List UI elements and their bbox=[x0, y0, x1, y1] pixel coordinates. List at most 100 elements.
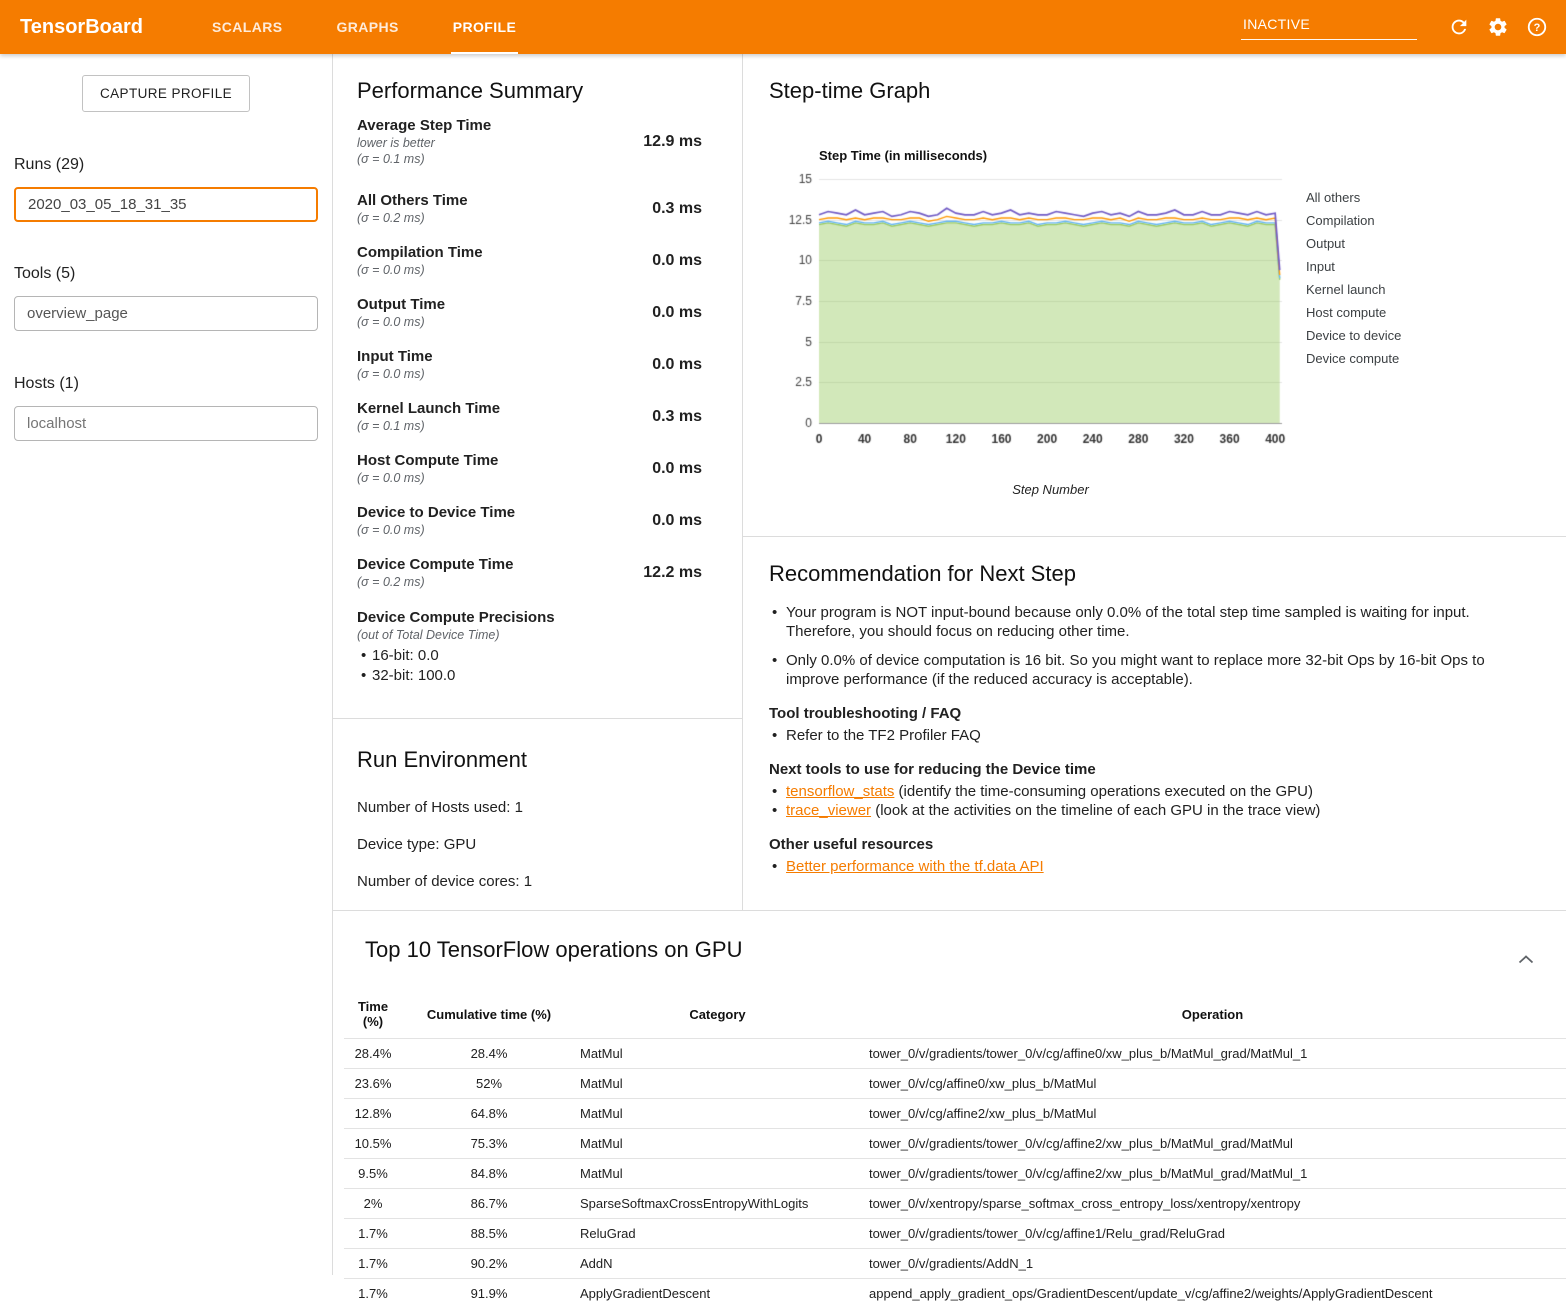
legend-item: Kernel launch bbox=[1306, 282, 1401, 297]
recommendation-bullet: Your program is NOT input-bound because … bbox=[769, 603, 1522, 641]
status-value: INACTIVE bbox=[1243, 16, 1310, 32]
cell-time-percent: 1.7% bbox=[344, 1249, 402, 1279]
legend-label: Device to device bbox=[1306, 328, 1401, 343]
text-link[interactable]: tensorflow_stats bbox=[786, 783, 894, 800]
legend-label: Device compute bbox=[1306, 351, 1399, 366]
metric-sigma: (σ = 0.2 ms) bbox=[357, 210, 652, 226]
cell-operation: tower_0/v/cg/affine2/xw_plus_b/MatMul bbox=[859, 1099, 1566, 1129]
settings-gear-icon[interactable] bbox=[1485, 14, 1511, 40]
table-row: 1.7% 91.9% ApplyGradientDescent append_a… bbox=[344, 1279, 1566, 1308]
recommendation-title: Recommendation for Next Step bbox=[769, 561, 1522, 587]
runs-dropdown[interactable]: 2020_03_05_18_31_35 bbox=[14, 187, 318, 222]
cell-operation: tower_0/v/gradients/tower_0/v/cg/affine2… bbox=[859, 1159, 1566, 1189]
subsection-item: Better performance with the tf.data API bbox=[769, 857, 1522, 876]
refresh-icon[interactable] bbox=[1446, 14, 1472, 40]
metric-item: All Others Time (σ = 0.2 ms) 0.3 ms bbox=[357, 191, 702, 226]
legend-item: Host compute bbox=[1306, 305, 1401, 320]
capture-profile-button[interactable]: CAPTURE PROFILE bbox=[82, 75, 250, 112]
cell-cumulative-percent: 75.3% bbox=[402, 1129, 576, 1159]
metric-item: Input Time (σ = 0.0 ms) 0.0 ms bbox=[357, 347, 702, 382]
tools-dropdown[interactable]: overview_page bbox=[14, 296, 318, 331]
cell-operation: tower_0/v/gradients/tower_0/v/cg/affine1… bbox=[859, 1219, 1566, 1249]
top-ops-section: Top 10 TensorFlow operations on GPU Time… bbox=[333, 910, 1566, 1308]
text-link[interactable]: trace_viewer bbox=[786, 802, 871, 819]
metric-sigma: (σ = 0.1 ms) bbox=[357, 418, 652, 434]
top-ops-table: Time (%)Cumulative time (%)CategoryOpera… bbox=[344, 993, 1566, 1308]
chart-title: Step Time (in milliseconds) bbox=[819, 148, 1290, 163]
nav-tab[interactable]: GRAPHS bbox=[322, 0, 412, 54]
sidebar: CAPTURE PROFILE Runs (29) 2020_03_05_18_… bbox=[0, 54, 333, 1275]
step-time-graph-title: Step-time Graph bbox=[769, 78, 1566, 104]
table-row: 12.8% 64.8% MatMul tower_0/v/cg/affine2/… bbox=[344, 1099, 1566, 1129]
help-icon[interactable]: ? bbox=[1524, 14, 1550, 40]
precisions-note: (out of Total Device Time) bbox=[357, 627, 702, 643]
legend-label: Compilation bbox=[1306, 213, 1375, 228]
precision-item: 32-bit: 100.0 bbox=[357, 666, 702, 686]
metric-sigma: (σ = 0.0 ms) bbox=[357, 366, 652, 382]
metric-sigma: (σ = 0.0 ms) bbox=[357, 470, 652, 486]
legend-item: Input bbox=[1306, 259, 1401, 274]
status-dropdown[interactable]: INACTIVE bbox=[1241, 14, 1417, 40]
metric-value: 0.3 ms bbox=[652, 408, 702, 426]
cell-cumulative-percent: 52% bbox=[402, 1069, 576, 1099]
metric-value: 12.9 ms bbox=[643, 133, 702, 151]
cell-category: MatMul bbox=[576, 1069, 859, 1099]
chart-legend: All others Compilation Outpu bbox=[1306, 148, 1401, 497]
table-row: 23.6% 52% MatMul tower_0/v/cg/affine0/xw… bbox=[344, 1069, 1566, 1099]
cell-time-percent: 28.4% bbox=[344, 1039, 402, 1069]
next-tools-subsection: Next tools to use for reducing the Devic… bbox=[769, 761, 1522, 820]
hosts-value: localhost bbox=[27, 415, 86, 432]
legend-label: Input bbox=[1306, 259, 1335, 274]
subsection-heading: Other useful resources bbox=[769, 836, 1522, 853]
cell-category: ApplyGradientDescent bbox=[576, 1279, 859, 1308]
legend-item: Device to device bbox=[1306, 328, 1401, 343]
environment-line: Number of Hosts used: 1 bbox=[357, 799, 718, 816]
step-time-chart bbox=[785, 169, 1290, 469]
average-step-time: Average Step Time lower is better (σ = 0… bbox=[357, 116, 702, 167]
nav-tab[interactable]: SCALARS bbox=[198, 0, 296, 54]
legend-label: Host compute bbox=[1306, 305, 1386, 320]
hosts-dropdown[interactable]: localhost bbox=[14, 406, 318, 441]
text-link[interactable]: Better performance with the tf.data API bbox=[786, 858, 1044, 875]
cell-operation: tower_0/v/gradients/tower_0/v/cg/affine2… bbox=[859, 1129, 1566, 1159]
table-row: 9.5% 84.8% MatMul tower_0/v/gradients/to… bbox=[344, 1159, 1566, 1189]
legend-item: Output bbox=[1306, 236, 1401, 251]
subsection-item: Refer to the TF2 Profiler FAQ bbox=[769, 726, 1522, 745]
runs-value: 2020_03_05_18_31_35 bbox=[28, 196, 187, 213]
metric-item: Output Time (σ = 0.0 ms) 0.0 ms bbox=[357, 295, 702, 330]
subsection-heading: Next tools to use for reducing the Devic… bbox=[769, 761, 1522, 778]
nav-tab-label: SCALARS bbox=[212, 19, 282, 35]
cell-time-percent: 1.7% bbox=[344, 1219, 402, 1249]
table-row: 10.5% 75.3% MatMul tower_0/v/gradients/t… bbox=[344, 1129, 1566, 1159]
cell-cumulative-percent: 86.7% bbox=[402, 1189, 576, 1219]
run-environment-title: Run Environment bbox=[357, 747, 718, 773]
cell-category: MatMul bbox=[576, 1039, 859, 1069]
cell-cumulative-percent: 28.4% bbox=[402, 1039, 576, 1069]
table-row: 2% 86.7% SparseSoftmaxCrossEntropyWithLo… bbox=[344, 1189, 1566, 1219]
metric-sigma: (σ = 0.0 ms) bbox=[357, 522, 652, 538]
table-column-header: Operation bbox=[859, 993, 1566, 1039]
cell-time-percent: 23.6% bbox=[344, 1069, 402, 1099]
collapse-chevron-icon[interactable] bbox=[1514, 947, 1538, 973]
cell-time-percent: 12.8% bbox=[344, 1099, 402, 1129]
metric-label: Compilation Time bbox=[357, 243, 652, 262]
faq-subsection: Tool troubleshooting / FAQ Refer to the … bbox=[769, 705, 1522, 745]
app-header: TensorBoard SCALARS GRAPHS PROFILE INACT… bbox=[0, 0, 1566, 54]
subsection-item: trace_viewer (look at the activities on … bbox=[769, 801, 1522, 820]
nav-tab[interactable]: PROFILE bbox=[439, 0, 530, 54]
legend-item: All others bbox=[1306, 190, 1401, 205]
table-column-header: Category bbox=[576, 993, 859, 1039]
metric-sigma: (σ = 0.0 ms) bbox=[357, 314, 652, 330]
table-column-header: Time (%) bbox=[344, 993, 402, 1039]
run-environment-section: Run Environment Number of Hosts used: 1D… bbox=[333, 719, 742, 890]
metric-label: Kernel Launch Time bbox=[357, 399, 652, 418]
precision-item: 16-bit: 0.0 bbox=[357, 646, 702, 666]
item-text: (look at the activities on the timeline … bbox=[871, 802, 1320, 819]
metric-sigma: (σ = 0.1 ms) bbox=[357, 151, 491, 167]
precisions-title: Device Compute Precisions bbox=[357, 608, 702, 627]
svg-text:?: ? bbox=[1534, 22, 1541, 34]
chart-area: Step Time (in milliseconds) Step Number bbox=[785, 148, 1290, 497]
legend-label: Kernel launch bbox=[1306, 282, 1386, 297]
cell-time-percent: 9.5% bbox=[344, 1159, 402, 1189]
nav-tab-label: PROFILE bbox=[453, 19, 516, 35]
